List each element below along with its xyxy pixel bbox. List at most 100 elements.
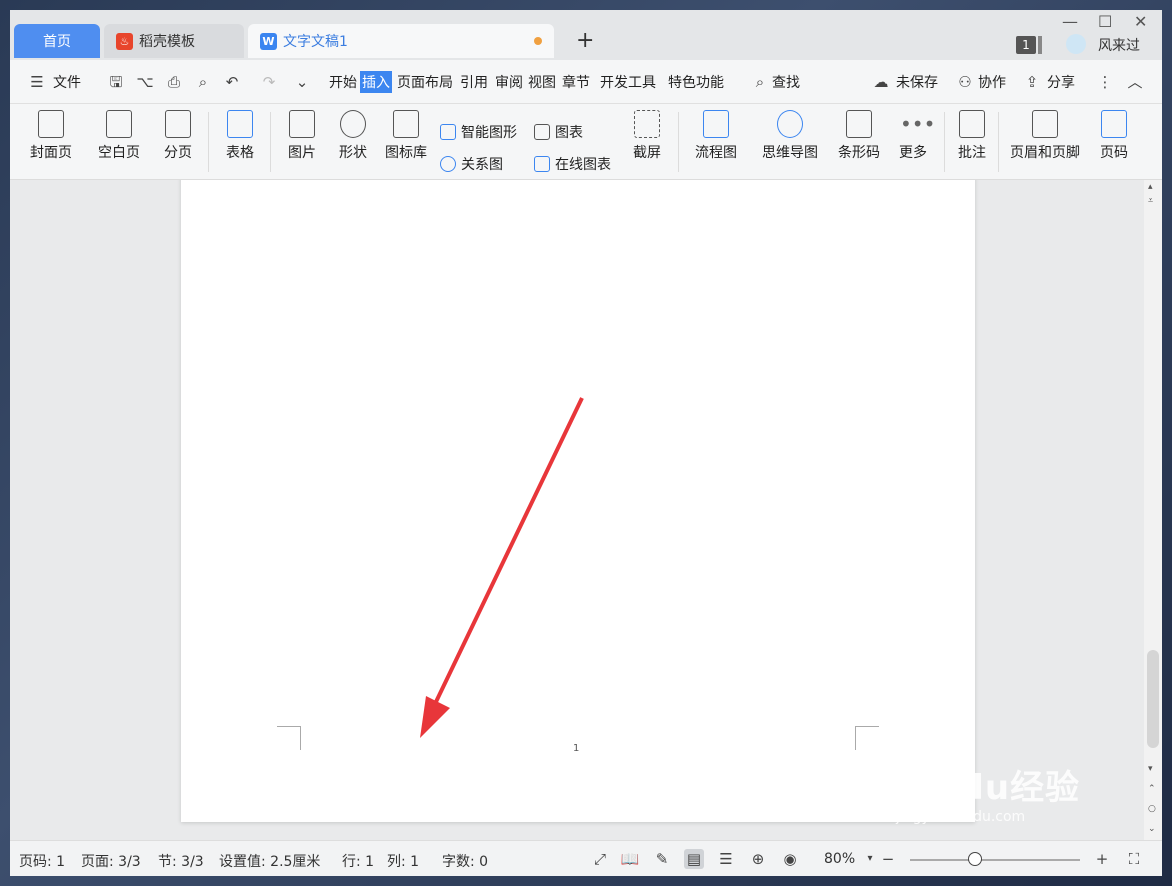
prev-page-icon[interactable]: ⌃ [1148, 784, 1156, 794]
save-icon[interactable]: 🖫 [107, 73, 125, 91]
more-button[interactable]: ••• 更多 [890, 110, 936, 162]
page-number-button[interactable]: 页码 [1092, 110, 1136, 162]
page-break-button[interactable]: 分页 [156, 110, 200, 162]
status-setting-value[interactable]: 设置值: 2.5厘米 [219, 851, 320, 871]
vertical-scrollbar[interactable]: ▴ ⩡ ▾ ⌃ ○ ⌄ [1144, 180, 1162, 840]
status-pages[interactable]: 页面: 3/3 [81, 851, 141, 871]
flowchart-label: 流程图 [695, 145, 737, 161]
menu-view[interactable]: 视图 [528, 72, 556, 92]
blank-page-button[interactable]: 空白页 [90, 110, 148, 162]
status-word-count[interactable]: 字数: 0 [442, 851, 488, 871]
scroll-down-icon[interactable]: ▾ [1148, 764, 1153, 774]
search-icon[interactable]: ⌕ [751, 73, 769, 91]
collapse-ribbon-icon[interactable]: ︿ [1126, 73, 1144, 91]
status-row[interactable]: 行: 1 [342, 851, 374, 871]
zoom-out-icon[interactable]: − [878, 849, 898, 869]
picture-button[interactable]: 图片 [280, 110, 324, 162]
status-page-code[interactable]: 页码: 1 [19, 851, 65, 871]
web-view-icon[interactable]: ⊕ [748, 849, 768, 869]
online-chart-button[interactable]: 在线图表 [534, 154, 611, 174]
icon-library-button[interactable]: 图标库 [382, 110, 430, 162]
menu-file[interactable]: 文件 [53, 72, 81, 92]
window-switch-icon[interactable] [1038, 36, 1042, 54]
share-icon[interactable]: ⇪ [1023, 73, 1041, 91]
avatar[interactable] [1066, 34, 1086, 54]
comment-button[interactable]: 批注 [952, 110, 992, 162]
cover-page-button[interactable]: 封面页 [22, 110, 80, 162]
print-preview-icon[interactable]: ⌕ [194, 73, 212, 91]
tab-document[interactable]: W 文字文稿1 [248, 24, 554, 58]
outline-view-icon[interactable]: ☰ [716, 849, 736, 869]
menu-review[interactable]: 审阅 [495, 72, 523, 92]
window-count-badge[interactable]: 1 [1016, 36, 1036, 54]
footer-page-number[interactable]: 1 [573, 743, 579, 754]
eye-protection-icon[interactable]: ◉ [780, 849, 800, 869]
status-column[interactable]: 列: 1 [387, 851, 419, 871]
table-button[interactable]: 表格 [218, 110, 262, 162]
shape-button[interactable]: 形状 [330, 110, 376, 162]
menu-developer[interactable]: 开发工具 [600, 72, 656, 92]
print-icon[interactable]: ⎙ [165, 73, 183, 91]
user-name[interactable]: 风来过 [1098, 35, 1140, 55]
menu-page-layout[interactable]: 页面布局 [397, 72, 453, 92]
margin-corner-left [277, 726, 301, 750]
blank-page-icon [106, 110, 132, 138]
share-button[interactable]: 分享 [1047, 72, 1075, 92]
hamburger-icon[interactable]: ☰ [28, 73, 46, 91]
screenshot-button[interactable]: 截屏 [622, 110, 672, 162]
reading-mode-icon[interactable]: 📖 [620, 849, 640, 869]
collaborate-button[interactable]: 协作 [978, 72, 1006, 92]
scroll-up-icon[interactable]: ▴ [1148, 182, 1153, 192]
menu-special[interactable]: 特色功能 [668, 72, 724, 92]
next-page-icon[interactable]: ⌄ [1148, 824, 1156, 834]
mind-map-label: 思维导图 [762, 145, 818, 161]
chart-button[interactable]: 图表 [534, 122, 583, 142]
zoom-in-icon[interactable]: + [1092, 849, 1112, 869]
header-footer-button[interactable]: 页眉和页脚 [1006, 110, 1084, 162]
menu-insert[interactable]: 插入 [360, 71, 392, 93]
unsaved-status[interactable]: 未保存 [896, 72, 938, 92]
relation-chart-button[interactable]: 关系图 [440, 154, 503, 174]
tab-document-label: 文字文稿1 [283, 34, 348, 50]
barcode-icon [846, 110, 872, 138]
smart-art-button[interactable]: 智能图形 [440, 122, 517, 142]
scroll-thumb[interactable] [1147, 650, 1159, 748]
more-options-icon[interactable]: ⋮ [1096, 73, 1114, 91]
scroll-top-icon[interactable]: ⩡ [1148, 196, 1153, 206]
select-browse-icon[interactable]: ○ [1148, 804, 1156, 814]
baidu-jingyan-watermark: Baidu经验 jingyan.baidu.com [896, 760, 1080, 825]
menu-start[interactable]: 开始 [329, 72, 357, 92]
maximize-icon[interactable]: ☐ [1098, 12, 1112, 31]
page-view-icon[interactable]: ▤ [684, 849, 704, 869]
undo-icon[interactable]: ↶ [223, 73, 241, 91]
close-icon[interactable]: ✕ [1134, 12, 1147, 31]
comment-icon [959, 110, 985, 138]
wps-writer-icon: W [260, 32, 277, 50]
edit-mode-icon[interactable]: ✎ [652, 849, 672, 869]
flowchart-button[interactable]: 流程图 [686, 110, 746, 162]
document-canvas[interactable]: 1 [10, 180, 1144, 840]
cloud-icon[interactable]: ☁ [872, 73, 890, 91]
zoom-dropdown-icon[interactable]: ▾ [860, 849, 880, 869]
zoom-slider-thumb[interactable] [968, 852, 982, 866]
format-painter-icon[interactable]: ⌥ [136, 73, 154, 91]
redo-icon[interactable]: ↷ [260, 73, 278, 91]
mind-map-button[interactable]: 思维导图 [754, 110, 826, 162]
zoom-slider-track[interactable] [910, 859, 1080, 861]
find-button[interactable]: 查找 [772, 72, 800, 92]
menu-chapter[interactable]: 章节 [562, 72, 590, 92]
annotation-arrow-icon [420, 397, 584, 738]
fullscreen-icon[interactable]: ⤢ [590, 849, 610, 869]
status-section[interactable]: 节: 3/3 [158, 851, 204, 871]
tab-home[interactable]: 首页 [14, 24, 100, 58]
tab-daoke-template[interactable]: ♨ 稻壳模板 [104, 24, 244, 58]
menu-references[interactable]: 引用 [460, 72, 488, 92]
ribbon-divider [208, 112, 209, 172]
new-tab-button[interactable]: + [576, 28, 594, 53]
zoom-level[interactable]: 80% [824, 851, 855, 867]
collaborate-icon[interactable]: ⚇ [956, 73, 974, 91]
fit-page-icon[interactable]: ⛶ [1124, 849, 1144, 869]
quick-access-dropdown-icon[interactable]: ⌄ [293, 73, 311, 91]
barcode-button[interactable]: 条形码 [834, 110, 884, 162]
minimize-icon[interactable]: — [1062, 12, 1078, 31]
